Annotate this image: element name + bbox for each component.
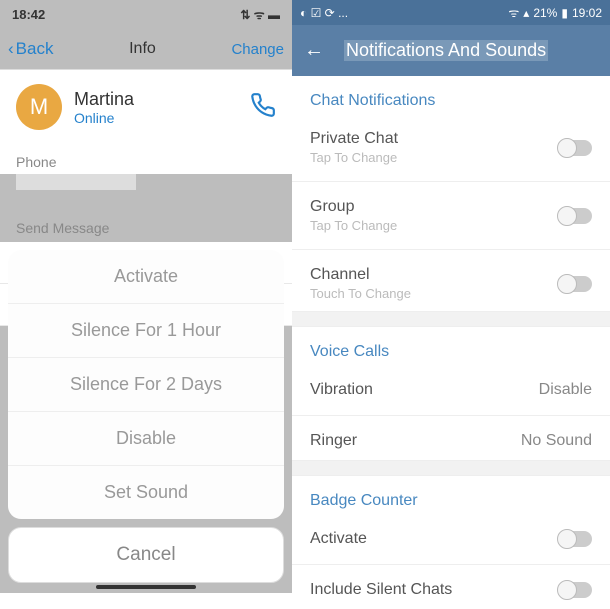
change-button[interactable]: Change (231, 41, 284, 58)
ios-screen: 18:42 ⇅ ᯤ ▬ ‹ Back Info Change M Martina… (0, 0, 292, 593)
toggle-switch[interactable] (558, 582, 592, 598)
label: Ringer (310, 432, 357, 450)
ios-status-bar: 18:42 ⇅ ᯤ ▬ (0, 0, 292, 29)
sublabel: Tap To Change (310, 150, 398, 165)
profile-name: Martina (74, 89, 238, 110)
chevron-left-icon: ‹ (8, 39, 14, 59)
send-message-label: Send Message (0, 202, 292, 242)
setting-private-chat[interactable]: Private Chat Tap To Change (292, 120, 610, 175)
toggle-switch[interactable] (558, 208, 592, 224)
setting-ringer[interactable]: Ringer No Sound (292, 422, 610, 460)
toggle-switch[interactable] (558, 531, 592, 547)
sublabel: Touch To Change (310, 286, 411, 301)
status-time: 19:02 (572, 6, 602, 20)
sheet-options: Activate Silence For 1 Hour Silence For … (8, 250, 284, 519)
back-button[interactable]: ‹ Back (8, 39, 53, 59)
phone-icon[interactable] (250, 92, 276, 123)
profile-section: M Martina Online (0, 70, 292, 144)
home-indicator (96, 585, 196, 589)
profile-info: Martina Online (74, 89, 238, 126)
setting-channel[interactable]: Channel Touch To Change (292, 256, 610, 311)
sheet-disable[interactable]: Disable (8, 412, 284, 466)
profile-status: Online (74, 110, 238, 126)
phone-value (16, 174, 136, 190)
android-status-bar: ◐ ☑ ⟳ ... ᯤ ▴ 21% ▮ 19:02 (292, 0, 610, 25)
setting-vibration[interactable]: Vibration Disable (292, 371, 610, 409)
section-divider (292, 460, 610, 476)
avatar[interactable]: M (16, 84, 62, 130)
label: Group (310, 198, 397, 216)
section-voice-calls: Voice Calls (292, 327, 610, 371)
ios-nav-header: ‹ Back Info Change (0, 29, 292, 70)
section-badge-counter: Badge Counter (292, 476, 610, 520)
label: Channel (310, 266, 411, 284)
battery-percent: 21% (533, 6, 557, 20)
android-screen: ◐ ☑ ⟳ ... ᯤ ▴ 21% ▮ 19:02 ← Notification… (292, 0, 610, 593)
sheet-silence-2d[interactable]: Silence For 2 Days (8, 358, 284, 412)
back-arrow-icon[interactable]: ← (304, 39, 324, 62)
setting-group[interactable]: Group Tap To Change (292, 188, 610, 243)
phone-label: Phone (0, 144, 292, 174)
label: Private Chat (310, 130, 398, 148)
battery-icon: ▮ (561, 6, 568, 20)
signal-icon: ▴ (523, 6, 529, 20)
label: Vibration (310, 381, 373, 399)
action-sheet: Activate Silence For 1 Hour Silence For … (8, 250, 284, 583)
sublabel: Tap To Change (310, 218, 397, 233)
cancel-button[interactable]: Cancel (8, 527, 284, 583)
sheet-activate[interactable]: Activate (8, 250, 284, 304)
label: Activate (310, 530, 367, 548)
sheet-silence-1h[interactable]: Silence For 1 Hour (8, 304, 284, 358)
section-chat-notifications: Chat Notifications (292, 76, 610, 120)
status-time: 18:42 (12, 7, 45, 22)
status-indicators: ⇅ ᯤ ▬ (240, 6, 280, 23)
page-title: Info (129, 40, 156, 58)
section-divider (292, 311, 610, 327)
screen-title: Notifications And Sounds (344, 40, 548, 61)
status-notification-icons: ◐ ☑ ⟳ ... (300, 6, 348, 20)
toggle-switch[interactable] (558, 140, 592, 156)
status-right: ᯤ ▴ 21% ▮ 19:02 (508, 4, 602, 21)
wifi-icon: ᯤ (508, 4, 519, 21)
label: Include Silent Chats (310, 581, 452, 599)
value: No Sound (521, 432, 592, 450)
android-toolbar: ← Notifications And Sounds (292, 25, 610, 76)
setting-activate[interactable]: Activate (292, 520, 610, 558)
toggle-switch[interactable] (558, 276, 592, 292)
sheet-set-sound[interactable]: Set Sound (8, 466, 284, 519)
setting-include-silent[interactable]: Include Silent Chats (292, 571, 610, 609)
value: Disable (539, 381, 592, 399)
